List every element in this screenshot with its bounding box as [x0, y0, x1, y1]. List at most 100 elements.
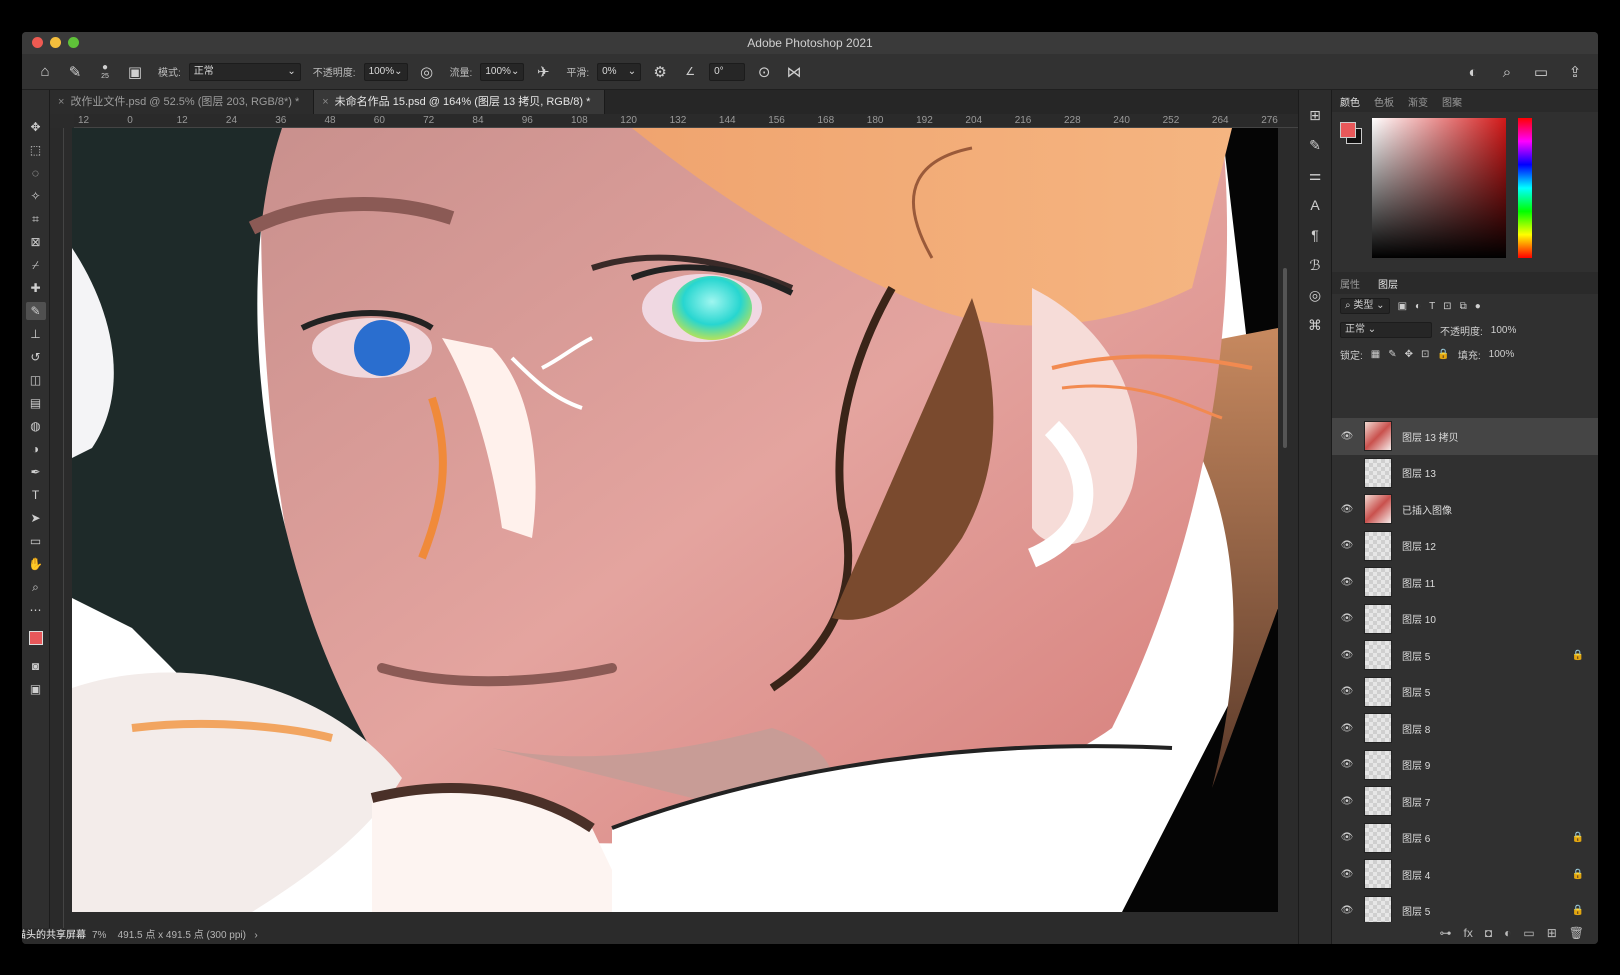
- libraries-panel-icon[interactable]: ◎: [1305, 286, 1325, 304]
- layer-row[interactable]: 👁 图层 6 🔒: [1332, 820, 1598, 857]
- eye-icon[interactable]: 👁: [1340, 650, 1354, 661]
- screen-mode-icon[interactable]: ▣: [26, 680, 46, 698]
- layer-name[interactable]: 图层 13 拷贝: [1402, 429, 1459, 444]
- brush-tool-icon[interactable]: ✎: [25, 302, 46, 320]
- tab-color[interactable]: 颜色: [1340, 94, 1360, 109]
- eye-icon[interactable]: 👁: [1340, 796, 1354, 807]
- adjustments-panel-icon[interactable]: ⚌: [1305, 166, 1325, 184]
- lock-artboard-icon[interactable]: ⊡: [1421, 349, 1429, 360]
- layer-name[interactable]: 图层 12: [1402, 538, 1436, 553]
- brush-size-picker[interactable]: ● 25: [94, 61, 116, 83]
- layer-row[interactable]: 👁 图层 7: [1332, 783, 1598, 820]
- home-icon[interactable]: ⌂: [34, 61, 56, 83]
- marquee-tool-icon[interactable]: ⬚: [26, 141, 46, 159]
- eye-icon[interactable]: 👁: [1340, 613, 1354, 624]
- fill-value[interactable]: 100%: [1489, 349, 1515, 360]
- history-panel-icon[interactable]: ⊞: [1305, 106, 1325, 124]
- hand-tool-icon[interactable]: ✋: [26, 555, 46, 573]
- brush-tool-preset-icon[interactable]: ✎: [64, 61, 86, 83]
- history-brush-tool-icon[interactable]: ↺: [26, 348, 46, 366]
- eye-icon[interactable]: 👁: [1340, 577, 1354, 588]
- dodge-tool-icon[interactable]: ◑: [26, 440, 46, 458]
- layer-name[interactable]: 图层 7: [1402, 794, 1430, 809]
- paths-panel-icon[interactable]: ⌘: [1305, 316, 1325, 334]
- layer-name[interactable]: 图层 4: [1402, 867, 1430, 882]
- eye-icon[interactable]: 👁: [1340, 869, 1354, 880]
- healing-brush-tool-icon[interactable]: ✚: [26, 279, 46, 297]
- type-tool-icon[interactable]: T: [26, 486, 46, 504]
- minimize-window-button[interactable]: [50, 37, 61, 48]
- share-icon[interactable]: ⇪: [1564, 61, 1586, 83]
- color-saturation-field[interactable]: [1372, 118, 1506, 258]
- angle-field[interactable]: 0°: [709, 62, 746, 81]
- pressure-size-icon[interactable]: ⊙: [753, 61, 775, 83]
- glyphs-panel-icon[interactable]: ℬ: [1305, 256, 1325, 274]
- brush-panel-icon[interactable]: ✎: [1305, 136, 1325, 154]
- move-tool-icon[interactable]: ✥: [26, 118, 46, 136]
- brush-settings-icon[interactable]: ▣: [124, 61, 146, 83]
- clone-stamp-tool-icon[interactable]: ⊥: [26, 325, 46, 343]
- zoom-tool-icon[interactable]: ⌕: [26, 578, 46, 596]
- lock-transparent-icon[interactable]: ▦: [1371, 349, 1380, 360]
- smoothing-field[interactable]: 0% ⌄: [597, 62, 642, 81]
- adjustment-layer-icon[interactable]: ◐: [1504, 926, 1511, 940]
- canvas-vertical-scrollbar[interactable]: [1280, 128, 1290, 912]
- close-window-button[interactable]: [32, 37, 43, 48]
- quick-mask-icon[interactable]: ◙: [26, 657, 46, 675]
- opacity-field[interactable]: 100% ⌄: [363, 62, 408, 81]
- blend-mode-select[interactable]: 正常 ⌄: [1340, 322, 1432, 338]
- scrollbar-thumb[interactable]: [1283, 268, 1287, 448]
- layer-row[interactable]: 图层 13: [1332, 455, 1598, 492]
- layer-row[interactable]: 👁 图层 12: [1332, 528, 1598, 565]
- hue-slider[interactable]: [1518, 118, 1532, 258]
- new-group-icon[interactable]: ▭: [1523, 926, 1534, 940]
- zoom-readout[interactable]: 7%: [92, 930, 106, 941]
- layer-row[interactable]: 👁 图层 4 🔒: [1332, 856, 1598, 893]
- layer-name[interactable]: 图层 5: [1402, 903, 1430, 918]
- tab-properties[interactable]: 属性: [1340, 276, 1360, 291]
- layer-row[interactable]: 👁 图层 5 🔒: [1332, 893, 1598, 922]
- rectangle-tool-icon[interactable]: ▭: [26, 532, 46, 550]
- learn-icon[interactable]: ◐: [1462, 61, 1484, 83]
- link-layers-icon[interactable]: ⊶: [1440, 926, 1452, 940]
- canvas-artwork[interactable]: [72, 128, 1278, 912]
- layer-row[interactable]: 👁 图层 5 🔒: [1332, 637, 1598, 674]
- layer-name[interactable]: 图层 5: [1402, 648, 1430, 663]
- layer-row[interactable]: 👁 图层 10: [1332, 601, 1598, 638]
- filter-smart-object-icon[interactable]: ⧉: [1460, 301, 1467, 312]
- filter-shape-icon[interactable]: ⊡: [1443, 301, 1451, 312]
- layer-name[interactable]: 已插入图像: [1402, 502, 1452, 517]
- chevron-right-icon[interactable]: ›: [254, 930, 257, 941]
- tab-document-2[interactable]: × 未命名作品 15.psd @ 164% (图层 13 拷贝, RGB/8) *: [314, 90, 606, 114]
- tab-patterns[interactable]: 图案: [1442, 94, 1462, 109]
- maximize-window-button[interactable]: [68, 37, 79, 48]
- tab-layers[interactable]: 图层: [1378, 276, 1398, 291]
- tab-document-1[interactable]: × 改作业文件.psd @ 52.5% (图层 203, RGB/8*) *: [50, 90, 315, 114]
- eye-icon[interactable]: 👁: [1340, 540, 1354, 551]
- gear-icon[interactable]: ⚙: [649, 61, 671, 83]
- trash-icon[interactable]: 🗑: [1569, 926, 1584, 940]
- eye-icon[interactable]: 👁: [1340, 759, 1354, 770]
- eraser-tool-icon[interactable]: ◫: [26, 371, 46, 389]
- eye-icon[interactable]: 👁: [1340, 905, 1354, 916]
- mode-select[interactable]: 正常 ⌄: [188, 62, 301, 81]
- path-selection-tool-icon[interactable]: ➤: [26, 509, 46, 527]
- paragraph-panel-icon[interactable]: ¶: [1305, 226, 1325, 244]
- lock-position-icon[interactable]: ✥: [1405, 349, 1413, 360]
- blur-tool-icon[interactable]: ◍: [26, 417, 46, 435]
- layer-name[interactable]: 图层 6: [1402, 830, 1430, 845]
- character-panel-icon[interactable]: A: [1305, 196, 1325, 214]
- layer-filter-select[interactable]: ⌕ 类型 ⌄: [1340, 298, 1390, 314]
- pressure-opacity-icon[interactable]: ◎: [416, 61, 438, 83]
- pen-tool-icon[interactable]: ✒: [26, 463, 46, 481]
- tab-gradients[interactable]: 渐变: [1408, 94, 1428, 109]
- layer-name[interactable]: 图层 10: [1402, 611, 1436, 626]
- eye-icon[interactable]: 👁: [1340, 431, 1354, 442]
- fx-icon[interactable]: fx: [1464, 926, 1473, 940]
- search-icon[interactable]: ⌕: [1496, 61, 1518, 83]
- color-swatches[interactable]: [26, 624, 46, 652]
- layer-row[interactable]: 👁 已插入图像: [1332, 491, 1598, 528]
- filter-pixel-icon[interactable]: ▣: [1398, 301, 1407, 312]
- layer-row[interactable]: 👁 图层 8: [1332, 710, 1598, 747]
- lasso-tool-icon[interactable]: ◌: [26, 164, 46, 182]
